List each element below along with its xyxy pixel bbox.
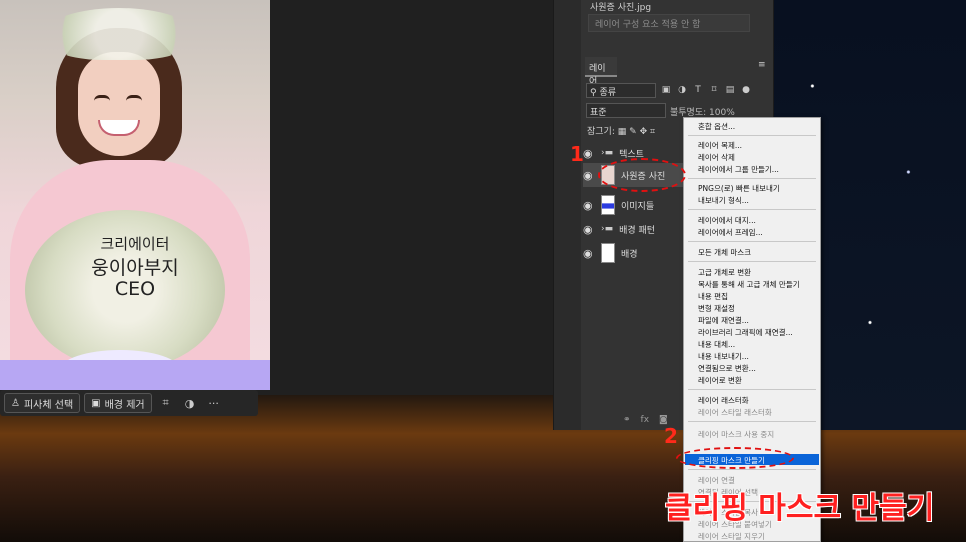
- lock-paint-icon[interactable]: ✎: [629, 127, 637, 137]
- image-icon: ▣: [91, 397, 101, 409]
- menu-item[interactable]: 레이어로 변환: [698, 375, 742, 386]
- link-icon[interactable]: ⚭: [623, 415, 631, 425]
- annotation-step-1: 1: [570, 142, 584, 166]
- doc-text-name: 웅이아부지: [91, 257, 179, 279]
- menu-item[interactable]: 레이어에서 프레임...: [698, 227, 763, 238]
- doc-text-creator: 크리에이터: [100, 235, 170, 253]
- folder-icon: ›▬: [601, 224, 614, 234]
- menu-separator: [688, 469, 816, 470]
- blend-mode-select[interactable]: 표준: [586, 103, 666, 118]
- adjustment-filter-icon[interactable]: ◑: [676, 85, 688, 95]
- annotation-step-2: 2: [664, 424, 678, 448]
- remove-background-button[interactable]: ▣ 배경 제거: [84, 393, 152, 413]
- annotation-caption: 클리핑 마스크 만들기: [665, 491, 935, 526]
- menu-item[interactable]: 파일에 재연결...: [698, 315, 749, 326]
- menu-separator: [688, 135, 816, 136]
- photo-face: [78, 52, 160, 156]
- lock-artboard-icon[interactable]: ⌗: [650, 127, 655, 137]
- menu-item[interactable]: 연결됨으로 변환...: [698, 363, 756, 374]
- menu-separator: [688, 241, 816, 242]
- menu-item[interactable]: 레이어 복제...: [698, 140, 742, 151]
- filter-kind-label: 종류: [599, 87, 617, 98]
- visibility-eye-icon[interactable]: ◉: [583, 147, 595, 160]
- properties-file-name: 사원증 사진.jpg: [590, 3, 652, 13]
- menu-item[interactable]: 내용 내보내기...: [698, 351, 749, 362]
- lock-move-icon[interactable]: ✥: [640, 127, 648, 137]
- doc-text-title: CEO: [114, 278, 156, 300]
- menu-separator: [688, 389, 816, 390]
- menu-item[interactable]: 레이어 삭제: [698, 152, 735, 163]
- menu-item[interactable]: 모든 개체 마스크: [698, 247, 751, 258]
- pixel-filter-icon[interactable]: ▣: [660, 85, 672, 95]
- menu-separator: [688, 209, 816, 210]
- layer-row[interactable]: ◉ 이미지들: [583, 193, 683, 217]
- filter-kind-select[interactable]: ⚲ 종류: [586, 82, 656, 98]
- menu-item[interactable]: 내용 편집: [698, 291, 728, 302]
- select-subject-button[interactable]: ♙ 피사체 선택: [4, 393, 81, 413]
- layer-thumbnail: [601, 243, 615, 263]
- annotation-oval-layer: [598, 158, 686, 192]
- panel-gutter: [553, 0, 581, 430]
- annotation-oval-menu: [676, 447, 794, 469]
- menu-item[interactable]: 혼합 옵션...: [698, 121, 735, 132]
- contextual-taskbar: ♙ 피사체 선택 ▣ 배경 제거 ⌗ ◑ ···: [0, 390, 258, 416]
- select-subject-label: 피사체 선택: [23, 399, 74, 411]
- lock-label: 잠그기:: [587, 127, 615, 137]
- filter-toggle-icon[interactable]: ●: [740, 85, 752, 95]
- remove-background-label: 배경 제거: [104, 399, 145, 411]
- person-icon: ♙: [11, 397, 20, 409]
- layer-context-menu: 혼합 옵션... 레이어 복제... 레이어 삭제 레이어에서 그룹 만들기..…: [683, 117, 821, 542]
- crop-icon[interactable]: ⌗: [156, 393, 176, 413]
- more-options-button[interactable]: ···: [204, 393, 224, 413]
- menu-item: 레이어 스타일 래스터화: [698, 408, 772, 417]
- menu-item[interactable]: 변형 재설정: [698, 303, 735, 314]
- layer-name: 배경: [621, 249, 638, 260]
- menu-separator: [688, 261, 816, 262]
- fx-button[interactable]: fx: [641, 415, 650, 425]
- visibility-eye-icon[interactable]: ◉: [583, 247, 595, 260]
- visibility-eye-icon[interactable]: ◉: [583, 199, 595, 212]
- menu-item[interactable]: 내용 대체...: [698, 339, 735, 350]
- menu-item[interactable]: 레이어에서 대지...: [698, 215, 756, 226]
- layer-filter-row: ⚲ 종류 ▣ ◑ T ⌑ ▤ ●: [586, 82, 756, 98]
- smart-object-filter-icon[interactable]: ▤: [724, 85, 736, 95]
- photo-eye-left: [94, 95, 110, 101]
- menu-item[interactable]: 내보내기 형식...: [698, 195, 749, 206]
- menu-item[interactable]: 레이어 래스터화: [698, 395, 749, 406]
- menu-item[interactable]: 고급 개체로 변환: [698, 267, 751, 278]
- layer-row[interactable]: ◉ ›▬ 배경 패턴: [583, 217, 683, 241]
- menu-item: 레이어 스타일 지우기: [698, 532, 765, 541]
- layer-name: 이미지들: [621, 201, 655, 212]
- panel-menu-icon[interactable]: ≡: [758, 60, 766, 70]
- menu-item[interactable]: 라이브러리 그래픽에 재연결...: [698, 327, 793, 338]
- menu-separator: [688, 178, 816, 179]
- menu-item: 레이어 마스크 사용 중지: [698, 430, 775, 439]
- layer-thumbnail: [601, 195, 615, 215]
- flower-wreath: [44, 8, 194, 60]
- layer-comp-select[interactable]: 레이어 구성 요소 적용 안 함: [588, 14, 750, 32]
- menu-item[interactable]: 레이어에서 그룹 만들기...: [698, 164, 779, 175]
- menu-item[interactable]: PNG으(로) 빠른 내보내기: [698, 183, 780, 194]
- visibility-eye-icon[interactable]: ◉: [583, 223, 595, 236]
- layer-name: 배경 패턴: [619, 225, 656, 236]
- folder-icon: ›▬: [601, 148, 614, 158]
- document-image: 크리에이터 웅이아부지 CEO: [0, 0, 270, 390]
- tab-layers[interactable]: 레이어: [585, 57, 617, 87]
- menu-item[interactable]: 복사를 통해 새 고급 개체 만들기: [698, 279, 800, 290]
- layer-row[interactable]: ◉ 배경: [583, 241, 683, 265]
- purple-band: [0, 360, 270, 390]
- lock-row: 잠그기: ▦ ✎ ✥ ⌗: [587, 124, 655, 137]
- adjustment-icon[interactable]: ◑: [180, 393, 200, 413]
- visibility-eye-icon[interactable]: ◉: [583, 169, 595, 182]
- type-filter-icon[interactable]: T: [692, 85, 704, 95]
- photo-eye-right: [126, 95, 142, 101]
- shape-filter-icon[interactable]: ⌑: [708, 85, 720, 95]
- search-icon: ⚲: [590, 87, 597, 98]
- lock-pixels-icon[interactable]: ▦: [618, 127, 627, 137]
- menu-separator: [688, 421, 816, 422]
